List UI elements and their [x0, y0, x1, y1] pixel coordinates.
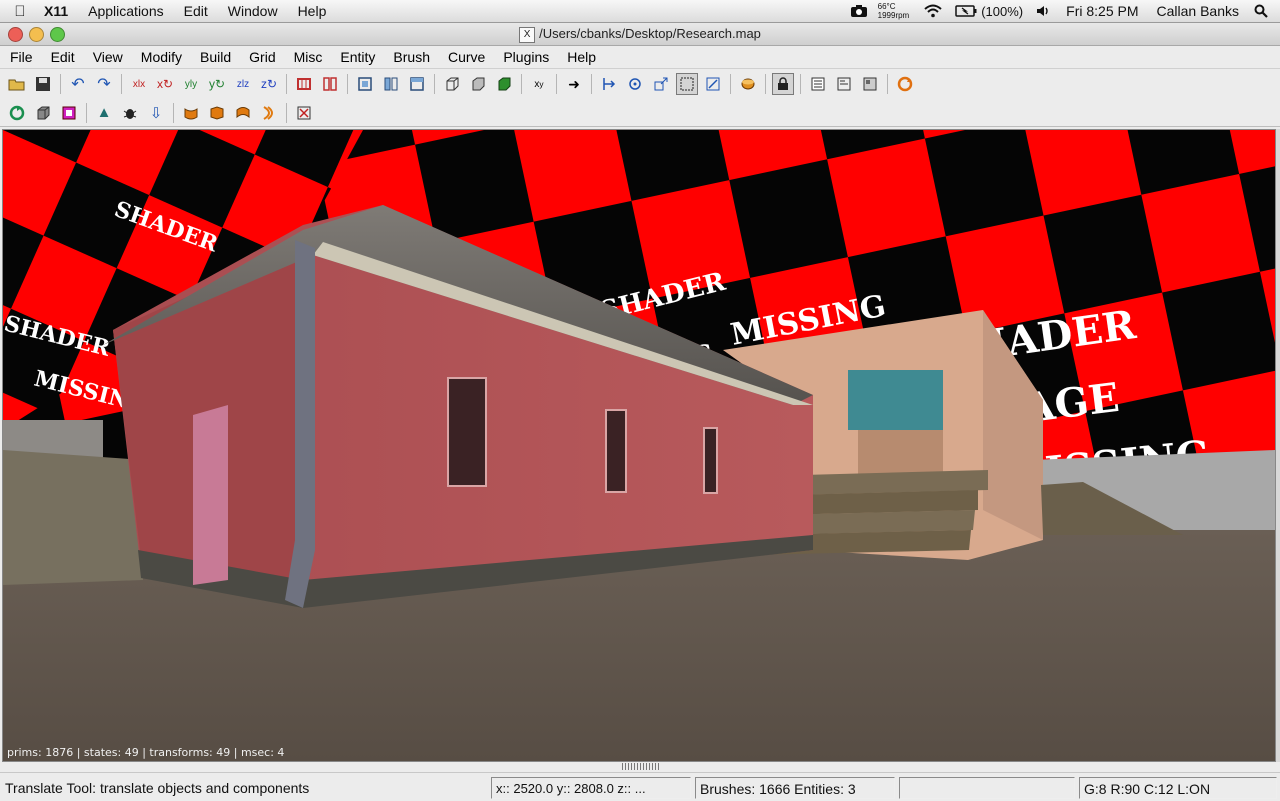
menu-view[interactable]: View: [82, 49, 130, 65]
temperature-readout: 66°C: [877, 2, 896, 11]
entity-list-icon[interactable]: [807, 73, 829, 95]
user-name[interactable]: Callan Banks: [1148, 0, 1249, 22]
menu-edit[interactable]: Edit: [40, 49, 82, 65]
wifi-icon[interactable]: [917, 4, 949, 18]
status-bar: Translate Tool: translate objects and co…: [0, 772, 1280, 801]
camera-viewport[interactable]: SHADER IMAGE MISSING SHADER MISSING SHAD…: [2, 129, 1276, 762]
transform-tool-icon[interactable]: [702, 73, 724, 95]
app-menubar: File Edit View Modify Build Grid Misc En…: [0, 46, 1280, 69]
pink-door: [193, 405, 228, 585]
battery-icon: [955, 5, 977, 17]
open-file-icon[interactable]: [6, 73, 28, 95]
select-partial-icon[interactable]: [406, 73, 428, 95]
main-toolbar: ↶ ↷ xlx x↻ yly y↻ zlz z↻ xy ➜: [0, 70, 1280, 98]
os-menu-help[interactable]: Help: [288, 0, 337, 22]
battery-percent: (100%): [981, 3, 1024, 19]
select-touching-icon[interactable]: [380, 73, 402, 95]
save-file-icon[interactable]: [32, 73, 54, 95]
arrow-down-icon[interactable]: ⇩: [145, 102, 167, 124]
status-brush-entity-count: Brushes: 1666 Entities: 3: [695, 777, 895, 799]
scale-tool-icon[interactable]: [650, 73, 672, 95]
texture-pink-icon[interactable]: [58, 102, 80, 124]
rotate-tool-icon[interactable]: [624, 73, 646, 95]
redo-icon[interactable]: ↷: [93, 73, 115, 95]
status-help-text: Translate Tool: translate objects and co…: [5, 780, 310, 796]
menu-plugins[interactable]: Plugins: [492, 49, 556, 65]
patch-cylinder-icon[interactable]: [180, 102, 202, 124]
patch-bevel-icon[interactable]: [232, 102, 254, 124]
menu-grid[interactable]: Grid: [238, 49, 282, 65]
patch-endcap-icon[interactable]: [258, 102, 280, 124]
rotate-y-icon[interactable]: y↻: [206, 73, 228, 95]
menu-file[interactable]: File: [0, 49, 40, 65]
fan-speed-readout: 1999rpm: [877, 11, 910, 20]
rotate-z-icon[interactable]: z↻: [258, 73, 280, 95]
window-lattice-1: [447, 377, 487, 487]
os-menubar:  X11 Applications Edit Window Help 66°C…: [0, 0, 1280, 23]
flip-y-icon[interactable]: yly: [180, 73, 202, 95]
menu-help[interactable]: Help: [556, 49, 603, 65]
window-lattice-2: [605, 409, 627, 493]
os-menu-app[interactable]: X11: [40, 0, 78, 22]
status-coordinates: x:: 2520.0 y:: 2808.0 z:: ...: [491, 777, 691, 799]
deselect-icon[interactable]: [293, 102, 315, 124]
menu-misc[interactable]: Misc: [283, 49, 330, 65]
doorway: [858, 430, 943, 475]
low-stone-wall-left: [3, 450, 143, 585]
apple-menu-icon[interactable]: : [0, 3, 40, 20]
battery-status[interactable]: (100%): [949, 4, 1029, 19]
brush-cube-icon[interactable]: [32, 102, 54, 124]
spotlight-search-icon[interactable]: [1248, 4, 1280, 18]
bug-icon[interactable]: [119, 102, 141, 124]
csg-merge-icon[interactable]: [319, 73, 341, 95]
plugin-toolbar: ▲ ⇩: [0, 99, 1280, 127]
menu-brush[interactable]: Brush: [382, 49, 437, 65]
view-axis-icon[interactable]: xy: [528, 73, 550, 95]
x11-window-icon: X: [519, 26, 536, 43]
lock-icon[interactable]: [772, 73, 794, 95]
patch-tool-icon[interactable]: [737, 73, 759, 95]
clipper-icon[interactable]: ➜: [563, 73, 585, 95]
os-menu-window[interactable]: Window: [218, 0, 288, 22]
pane-resize-grip[interactable]: [622, 763, 660, 770]
drag-resize-tool-icon[interactable]: [676, 73, 698, 95]
cube-wire-icon[interactable]: [441, 73, 463, 95]
cube-texture-icon[interactable]: [467, 73, 489, 95]
patch-cone-icon[interactable]: [206, 102, 228, 124]
clock[interactable]: Fri 8:25 PM: [1057, 0, 1147, 22]
menu-build[interactable]: Build: [189, 49, 238, 65]
cube-solid-icon[interactable]: [493, 73, 515, 95]
flip-x-icon[interactable]: xlx: [128, 73, 150, 95]
os-menu-applications[interactable]: Applications: [78, 0, 174, 22]
blue-awning: [848, 370, 943, 430]
menu-entity[interactable]: Entity: [329, 49, 382, 65]
surface-inspector-icon[interactable]: [833, 73, 855, 95]
viewport-scene: SHADER IMAGE MISSING SHADER MISSING SHAD…: [3, 130, 1275, 761]
status-grid-info: G:8 R:90 C:12 L:ON: [1079, 777, 1277, 799]
select-inside-icon[interactable]: [354, 73, 376, 95]
texture-browser-icon[interactable]: [859, 73, 881, 95]
undo-icon[interactable]: ↶: [67, 73, 89, 95]
viewport-scrollbar[interactable]: [1276, 129, 1280, 762]
rotate-x-icon[interactable]: x↻: [154, 73, 176, 95]
window-title: /Users/cbanks/Desktop/Research.map: [539, 26, 761, 41]
window-lattice-3: [703, 427, 718, 494]
volume-icon[interactable]: [1029, 4, 1057, 18]
camera-icon[interactable]: [844, 4, 874, 18]
tree-entity-icon[interactable]: ▲: [93, 102, 115, 124]
render-stats: prims: 1876 | states: 49 | transforms: 4…: [7, 746, 285, 759]
translate-tool-icon[interactable]: [598, 73, 620, 95]
csg-subtract-icon[interactable]: [293, 73, 315, 95]
flip-z-icon[interactable]: zlz: [232, 73, 254, 95]
os-menu-edit[interactable]: Edit: [174, 0, 218, 22]
status-empty-field: [899, 777, 1075, 799]
temperature-monitor[interactable]: 66°C 1999rpm: [874, 2, 918, 20]
menu-curve[interactable]: Curve: [437, 49, 492, 65]
window-titlebar[interactable]: X/Users/cbanks/Desktop/Research.map: [0, 23, 1280, 46]
recycle-icon[interactable]: [6, 102, 28, 124]
refresh-icon[interactable]: [894, 73, 916, 95]
menu-modify[interactable]: Modify: [130, 49, 189, 65]
